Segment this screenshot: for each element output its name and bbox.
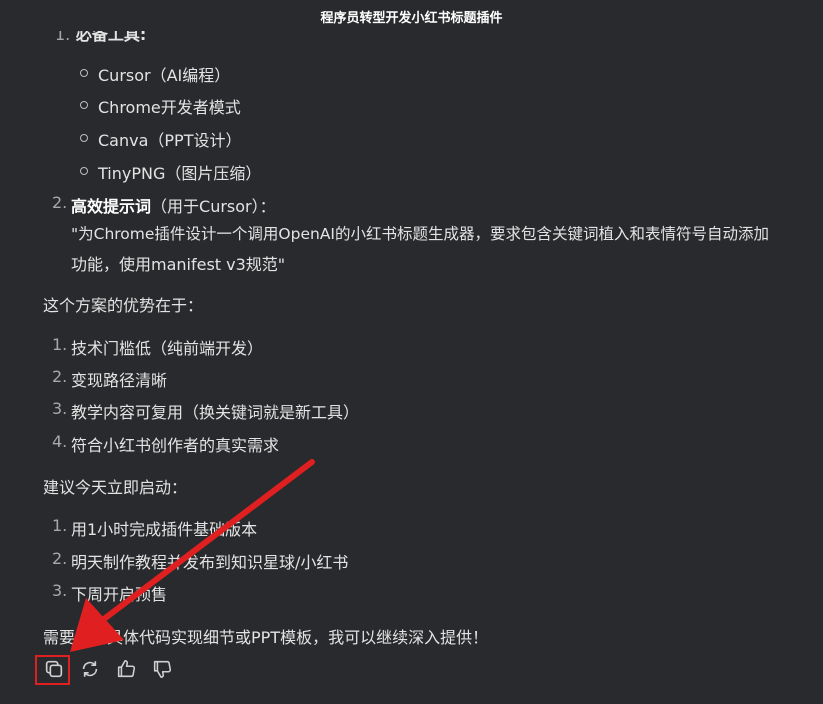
thumbs-down-button[interactable] xyxy=(149,656,175,682)
regenerate-icon xyxy=(82,661,98,677)
regenerate-button[interactable] xyxy=(77,656,103,682)
advantages-intro: 这个方案的优势在于： xyxy=(43,296,204,315)
list-number: 1. xyxy=(52,516,68,535)
advantage-item: 技术门槛低（纯前端开发） xyxy=(71,339,264,358)
list-number: 3. xyxy=(52,399,68,418)
thumbs-up-icon xyxy=(117,659,136,678)
list-number: 2. xyxy=(52,193,68,212)
closing-text: 需要任何具体代码实现细节或PPT模板，我可以继续深入提供！ xyxy=(43,628,489,647)
bullet-icon xyxy=(80,134,88,142)
prompt-heading: 高效提示词（用于Cursor）： xyxy=(71,193,276,217)
list-number: 1. xyxy=(52,335,68,354)
suggestion-item: 下周开启预售 xyxy=(71,585,168,604)
advantage-item: 符合小红书创作者的真实需求 xyxy=(71,436,280,455)
tool-item: Chrome开发者模式 xyxy=(98,98,241,117)
suggestion-item: 用1小时完成插件基础版本 xyxy=(71,520,258,539)
suggestion-item: 明天制作教程并发布到知识星球/小红书 xyxy=(71,553,349,572)
prompt-suffix: （用于Cursor）： xyxy=(151,197,276,216)
advantage-item: 教学内容可复用（换关键词就是新工具） xyxy=(71,403,360,422)
bullet-icon xyxy=(80,167,88,175)
list-number: 2. xyxy=(52,549,68,568)
bullet-icon xyxy=(80,69,88,77)
tool-item: Cursor（AI编程） xyxy=(98,66,231,85)
advantage-item: 变现路径清晰 xyxy=(71,371,168,390)
annotation-highlight-box xyxy=(35,655,70,685)
window-title: 程序员转型开发小红书标题插件 xyxy=(320,11,503,26)
list-number: 3. xyxy=(52,581,68,600)
list-number: 2. xyxy=(52,367,68,386)
suggestion-intro: 建议今天立即启动： xyxy=(43,478,188,497)
tool-item: Canva（PPT设计） xyxy=(98,131,242,150)
bullet-icon xyxy=(80,101,88,109)
prompt-label: 高效提示词 xyxy=(71,197,152,216)
list-number: 4. xyxy=(52,432,68,451)
prompt-text-line1: "为Chrome插件设计一个调用OpenAI的小红书标题生成器，要求包含关键词植… xyxy=(71,225,770,243)
clipped-heading: 1. 必备工具: xyxy=(55,31,147,43)
thumbs-down-icon xyxy=(153,660,172,679)
window-titlebar: 程序员转型开发小红书标题插件 xyxy=(0,0,823,30)
thumbs-up-button[interactable] xyxy=(113,656,139,682)
tool-item: TinyPNG（图片压缩） xyxy=(98,164,262,183)
prompt-text-line2: 功能，使用manifest v3规范" xyxy=(71,255,286,274)
chat-message: 1. 必备工具: Cursor（AI编程） Chrome开发者模式 Canva（… xyxy=(0,0,823,704)
